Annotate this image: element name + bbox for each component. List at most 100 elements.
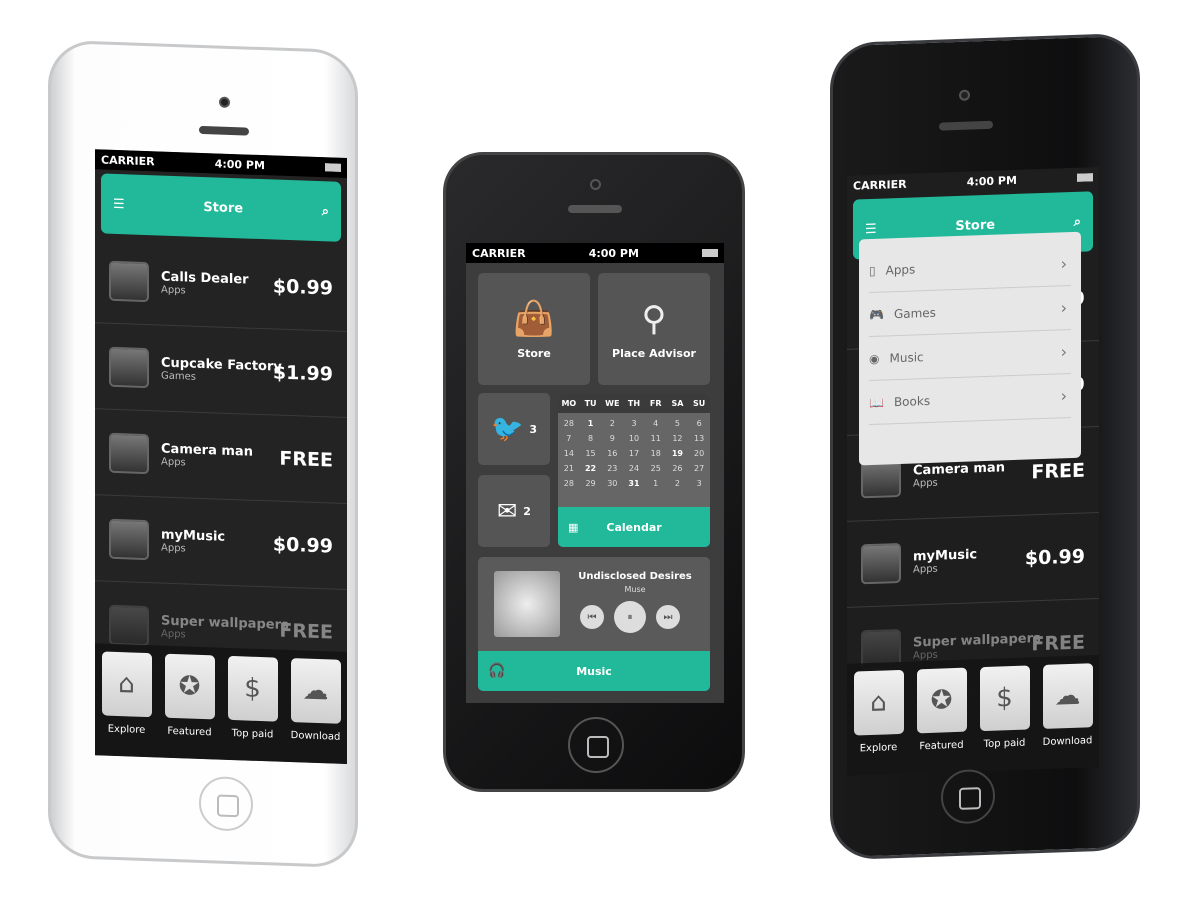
search-icon[interactable]: ⌕	[1074, 214, 1081, 229]
home-button[interactable]	[199, 775, 253, 832]
tab-bar: ⌂ Explore ✪ Featured $ Top paid ☁ Download	[95, 643, 347, 765]
calendar-day[interactable]: 28	[558, 419, 580, 428]
tab-explore[interactable]: ⌂ Explore	[853, 669, 904, 776]
app-price: FREE	[1031, 631, 1085, 655]
calendar-day[interactable]: 26	[667, 464, 689, 473]
calendar-day[interactable]: 5	[667, 419, 689, 428]
calendar-day[interactable]: 18	[645, 449, 667, 458]
mail-tile[interactable]: ✉ 2	[478, 475, 550, 547]
calendar-day[interactable]: 29	[580, 479, 602, 488]
music-label: Music	[576, 664, 612, 678]
tab-explore[interactable]: ⌂ Explore	[101, 651, 152, 757]
calendar-day[interactable]: 10	[623, 434, 645, 443]
tab-label: Download	[1042, 735, 1093, 748]
chevron-right-icon: ›	[1060, 254, 1067, 274]
tab-download[interactable]: ☁ Download	[290, 658, 341, 764]
store-tile[interactable]: 👜 Store	[478, 273, 590, 385]
list-item[interactable]: Calls DealerApps $0.99	[95, 237, 347, 333]
list-item[interactable]: myMusic Apps $0.99	[95, 495, 347, 591]
weekday-label: TH	[627, 398, 641, 408]
calendar-day[interactable]: 11	[645, 434, 667, 443]
calendar-day[interactable]: 2	[667, 479, 689, 488]
app-icon	[109, 346, 149, 388]
calendar-day[interactable]: 17	[623, 449, 645, 458]
menu-icon[interactable]: ☰	[113, 196, 125, 211]
home-button[interactable]	[941, 768, 995, 825]
calendar-day[interactable]: 22	[580, 464, 602, 473]
twitter-count: 3	[529, 422, 538, 436]
pause-button[interactable]: ⏸	[614, 601, 646, 633]
app-info: Calls DealerApps	[161, 269, 249, 298]
album-art	[494, 571, 560, 637]
tab-label: Top paid	[231, 728, 274, 741]
calendar-day[interactable]: 27	[688, 464, 710, 473]
tab-featured[interactable]: ✪ Featured	[164, 653, 215, 760]
tab-label: Top paid	[983, 737, 1026, 751]
phone-icon: ▯	[869, 263, 876, 278]
app-name: myMusic	[161, 527, 226, 545]
calendar-day[interactable]: 20	[688, 449, 710, 458]
calendar-day[interactable]: 21	[558, 464, 580, 473]
weekday-label: SA	[671, 398, 684, 408]
calendar-day[interactable]: 6	[688, 419, 710, 428]
calendar-day[interactable]: 3	[623, 419, 645, 428]
app-category: Apps	[161, 542, 186, 554]
menu-item-books[interactable]: 📖 Books ›	[869, 373, 1071, 426]
calendar-day[interactable]: 2	[601, 419, 623, 428]
twitter-tile[interactable]: 🐦 3	[478, 393, 550, 465]
tab-top-paid[interactable]: $ Top paid	[227, 655, 278, 762]
calendar-grid: 28 1 2 3 4 5 6 7 8 9 10 11 12 13 14 15 16 17 18 19 20 21 22 23 2…	[558, 413, 710, 488]
dashboard-screen: CARRIER 4:00 PM 👜 Store ⚲ Place Advisor …	[466, 243, 724, 703]
next-track-button[interactable]: ⏭	[656, 605, 680, 629]
tab-label: Featured	[167, 725, 212, 739]
menu-item-games[interactable]: 🎮 Games ›	[869, 285, 1071, 338]
calendar-day[interactable]: 14	[558, 449, 580, 458]
time: 4:00 PM	[966, 173, 1017, 189]
calendar-day[interactable]: 16	[601, 449, 623, 458]
store-screen: CARRIER 4:00 PM ☰ Store ⌕ Calls Dealer Ap…	[95, 149, 347, 765]
calendar-widget[interactable]: MO TU WE TH FR SA SU 28 1 2 3 4 5 6 7 8 9 10 11 12 13 14 15 16…	[558, 393, 710, 547]
front-camera	[219, 96, 230, 108]
calendar-button[interactable]: ▦ Calendar	[558, 507, 710, 547]
calendar-day[interactable]: 31	[623, 479, 645, 488]
list-item[interactable]: myMusic Apps $0.99	[847, 513, 1099, 608]
calendar-day[interactable]: 8	[580, 434, 602, 443]
list-item[interactable]: Cupcake FactoryGames$1.99	[95, 323, 347, 419]
calendar-day[interactable]: 30	[601, 479, 623, 488]
search-icon[interactable]: ⌕	[322, 204, 329, 219]
earpiece	[939, 120, 993, 131]
app-price: $0.99	[1024, 545, 1085, 570]
weekday-label: FR	[649, 398, 662, 408]
menu-item-music[interactable]: ◉ Music ›	[869, 329, 1071, 382]
menu-item-apps[interactable]: ▯ Apps ›	[869, 241, 1071, 294]
calendar-day[interactable]: 9	[601, 434, 623, 443]
chevron-right-icon: ›	[1060, 386, 1067, 406]
calendar-day[interactable]: 24	[623, 464, 645, 473]
tab-download[interactable]: ☁ Download	[1042, 663, 1093, 769]
place-advisor-tile[interactable]: ⚲ Place Advisor	[598, 273, 710, 385]
calendar-day[interactable]: 28	[558, 479, 580, 488]
calendar-day[interactable]: 19	[667, 449, 689, 458]
list-item[interactable]: Camera man Apps FREE	[95, 409, 347, 505]
calendar-day[interactable]: 25	[645, 464, 667, 473]
time: 4:00 PM	[214, 156, 265, 172]
app-price: $0.99	[272, 274, 333, 300]
calendar-label: Calendar	[606, 520, 662, 534]
calendar-day[interactable]: 15	[580, 449, 602, 458]
tab-top-paid[interactable]: $ Top paid	[979, 665, 1030, 771]
calendar-day[interactable]: 1	[645, 479, 667, 488]
app-icon	[861, 542, 901, 584]
music-button[interactable]: 🎧 Music	[478, 651, 710, 691]
previous-track-button[interactable]: ⏮	[580, 605, 604, 629]
headphones-icon: 🎧	[488, 663, 506, 679]
calendar-day[interactable]: 13	[688, 434, 710, 443]
calendar-day[interactable]: 1	[580, 419, 602, 428]
menu-icon[interactable]: ☰	[865, 221, 877, 236]
calendar-day[interactable]: 12	[667, 434, 689, 443]
calendar-day[interactable]: 23	[601, 464, 623, 473]
tab-featured[interactable]: ✪ Featured	[916, 667, 967, 774]
calendar-day[interactable]: 3	[688, 479, 710, 488]
calendar-day[interactable]: 4	[645, 419, 667, 428]
home-button[interactable]	[568, 717, 624, 773]
calendar-day[interactable]: 7	[558, 434, 580, 443]
